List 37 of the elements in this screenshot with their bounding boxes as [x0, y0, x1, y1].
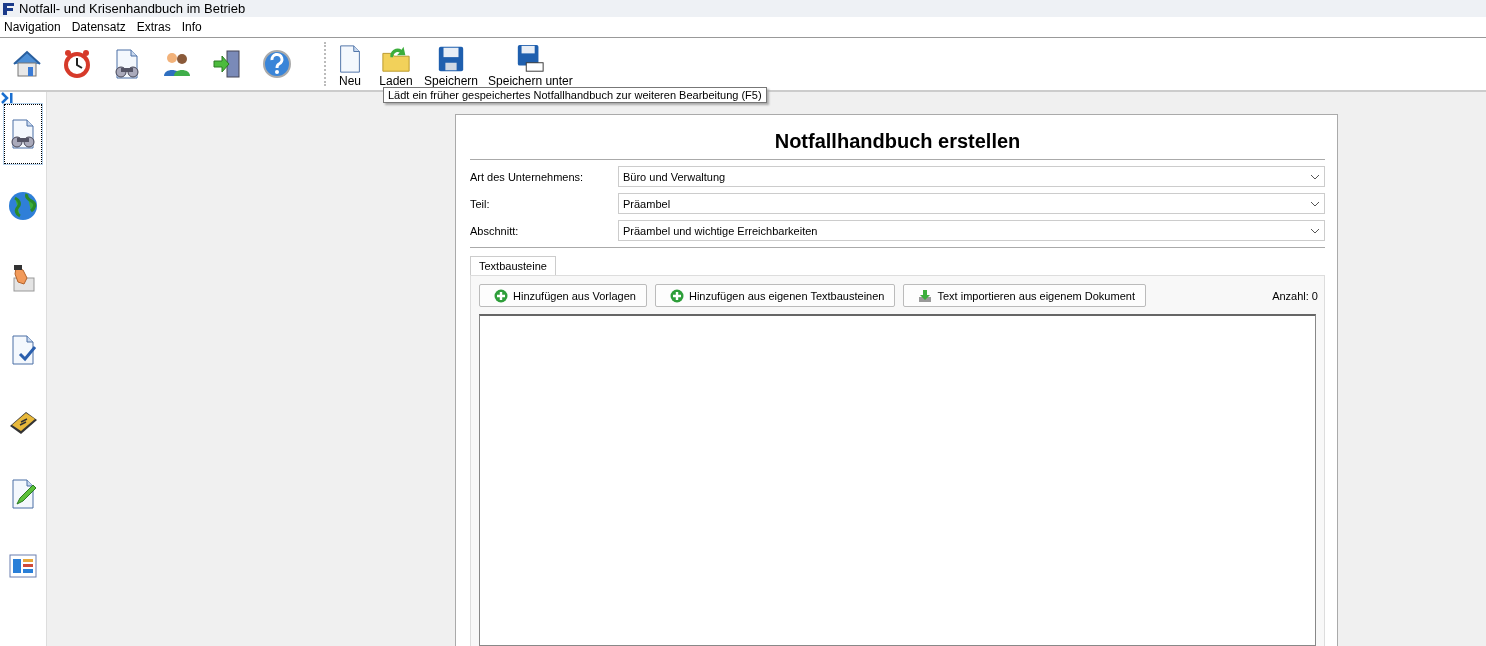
menu-item[interactable]: Datensatz [67, 20, 133, 34]
exit-door-icon [211, 48, 243, 80]
chevron-down-icon [1310, 227, 1320, 234]
toolbar-button[interactable]: Speichern [422, 40, 481, 88]
menu-item[interactable]: Info [177, 20, 209, 34]
plus-icon [669, 288, 684, 303]
field-label: Abschnitt: [470, 224, 520, 237]
home-icon [11, 48, 43, 80]
tooltip: Lädt ein früher gespeichertes Notfallhandbuch zur weiteren Bearbeitung (F5) [383, 87, 767, 103]
toolbar-button[interactable]: Neu [330, 40, 370, 88]
dropdown[interactable]: Präambel [618, 193, 1325, 214]
dropdown[interactable]: Präambel und wichtige Erreichbarkeiten [618, 220, 1325, 241]
tab[interactable]: Textbausteine [470, 256, 556, 275]
menu-item[interactable]: Navigation [0, 20, 68, 34]
form-title: Notfallhandbuch erstellen [470, 115, 1325, 160]
download-tray-icon [918, 288, 933, 303]
folder-arrow-icon [381, 44, 411, 74]
toolbar-button[interactable]: Laden [376, 40, 416, 88]
chevron-down-icon [1310, 173, 1320, 180]
collapse-icon[interactable] [0, 92, 14, 104]
sidebar-item[interactable] [4, 104, 42, 164]
field-label: Teil: [470, 197, 491, 210]
plus-icon [494, 288, 508, 303]
floppy-disk-field-icon [515, 44, 546, 74]
field-label: Art des Unternehmens: [470, 170, 585, 183]
action-button[interactable]: Hinzufügen aus Vorlagen [479, 284, 647, 307]
action-button[interactable]: Text importieren aus eigenem Dokument [903, 284, 1146, 307]
dropdown[interactable]: Büro und Verwaltung [618, 166, 1325, 187]
chevron-down-icon [1310, 200, 1320, 207]
help-icon [261, 48, 293, 80]
window-title: Notfall- und Krisenhandbuch im Betrieb [19, 1, 246, 16]
menu-item[interactable]: Extras [132, 20, 178, 34]
app-logo-icon [2, 2, 15, 15]
alarm-clock-icon [61, 48, 93, 80]
count-label: Anzahl: 0 [1272, 289, 1318, 302]
action-button[interactable]: Hinzufügen aus eigenen Textbausteinen [654, 284, 896, 307]
globe-icon [7, 190, 39, 222]
